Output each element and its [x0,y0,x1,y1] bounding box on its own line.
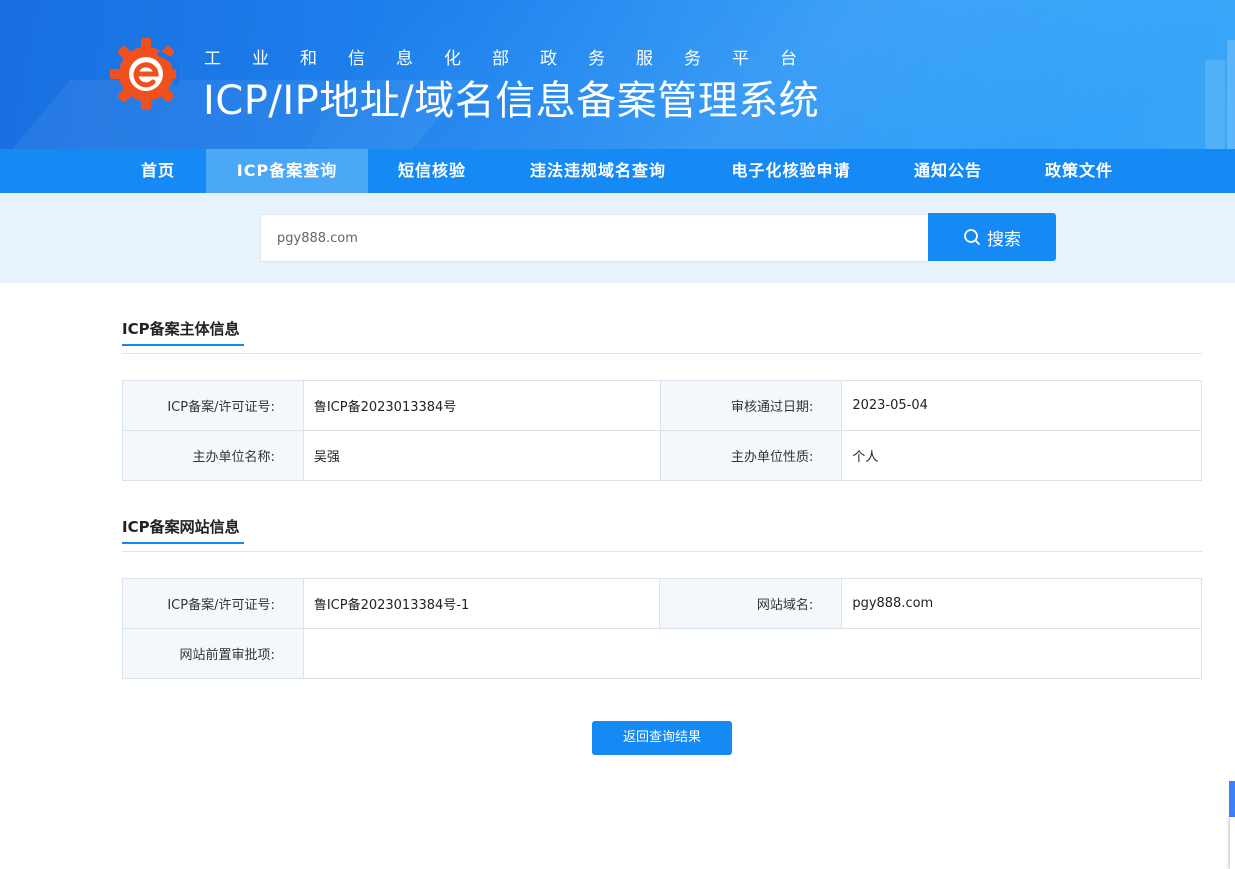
organizer-type-label: 主办单位性质: [659,430,843,481]
system-title: ICP/IP地址/域名信息备案管理系统 [203,78,820,124]
subject-info-table: ICP备案/许可证号: 鲁ICP备2023013384号 审核通过日期: 202… [122,380,1202,481]
platform-subtitle: 工业和信息化部政务服务平台 [204,49,828,69]
website-info-table: ICP备案/许可证号: 鲁ICP备2023013384号-1 网站域名: pgy… [122,578,1203,679]
nav-item-notices[interactable]: 通知公告 [882,149,1014,193]
search-input[interactable] [260,214,928,262]
table-row: 主办单位名称: 吴强 主办单位性质: 个人 [122,430,1202,481]
organizer-type-value: 个人 [841,430,1202,481]
nav-item-icp-query[interactable]: ICP备案查询 [206,149,368,193]
subject-section-title: ICP备案主体信息 [122,320,240,338]
main-nav: 首页 ICP备案查询 短信核验 违法违规域名查询 电子化核验申请 通知公告 政策… [0,149,1235,193]
banner-decoration [1227,40,1235,150]
site-domain-value: pgy888.com [841,578,1202,629]
website-section-title: ICP备案网站信息 [122,518,240,536]
nav-item-e-verify[interactable]: 电子化核验申请 [700,149,882,193]
header-banner: 工业和信息化部政务服务平台 ICP/IP地址/域名信息备案管理系统 [0,0,1235,150]
search-area: 搜索 [0,193,1235,283]
table-row: 网站前置审批项: [122,628,1203,679]
site-domain-label: 网站域名: [659,578,843,629]
license-value: 鲁ICP备2023013384号 [302,380,661,431]
nav-item-sms-verify[interactable]: 短信核验 [368,149,496,193]
table-row: ICP备案/许可证号: 鲁ICP备2023013384号 审核通过日期: 202… [122,380,1202,431]
section-underline [122,344,244,346]
nav-item-policy[interactable]: 政策文件 [1014,149,1144,193]
license-label: ICP备案/许可证号: [122,380,304,431]
side-float-tab[interactable] [1229,781,1235,817]
pre-approval-value [302,628,1203,679]
nav-item-illegal-domain[interactable]: 违法违规域名查询 [496,149,700,193]
back-to-results-button[interactable]: 返回查询结果 [592,721,732,755]
search-button-label: 搜索 [987,229,1021,250]
search-button[interactable]: 搜索 [928,213,1056,261]
nav-item-home[interactable]: 首页 [110,149,206,193]
approval-date-label: 审核通过日期: [659,380,843,431]
banner-decoration [1205,60,1225,150]
section-divider [122,353,1202,354]
table-row: ICP备案/许可证号: 鲁ICP备2023013384号-1 网站域名: pgy… [122,578,1202,629]
organizer-name-label: 主办单位名称: [122,430,304,481]
gear-e-logo-icon [110,38,182,110]
section-divider [122,551,1202,552]
site-license-value: 鲁ICP备2023013384号-1 [302,578,661,629]
section-underline [122,542,244,544]
organizer-name-value: 吴强 [302,430,661,481]
pre-approval-label: 网站前置审批项: [122,628,304,679]
approval-date-value: 2023-05-04 [841,380,1202,431]
site-license-label: ICP备案/许可证号: [122,578,304,629]
side-float-panel[interactable] [1230,817,1235,869]
search-icon [964,229,980,245]
